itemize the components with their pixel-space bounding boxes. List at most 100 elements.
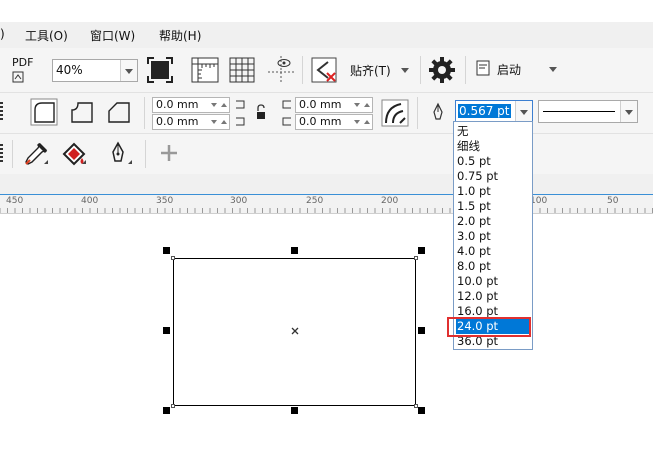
chevron-up-icon[interactable] [221,103,227,107]
annotation-highlight [447,317,531,337]
corner-radius-value: 0.0 mm [299,115,342,128]
toolbox-bar [0,134,653,174]
ruler-icon [191,57,219,83]
outline-width-option[interactable]: 0.75 pt [456,169,530,184]
pdf-icon [12,71,24,83]
ruler-gap [0,174,653,196]
eyedropper-tool[interactable] [22,140,50,168]
outline-width-option[interactable]: 无 [456,124,530,139]
lock-ratio-button[interactable] [255,103,267,121]
selection-handle[interactable] [418,407,425,414]
outline-width-option[interactable]: 10.0 pt [456,274,530,289]
outline-width-option[interactable]: 4.0 pt [456,244,530,259]
show-rulers-button[interactable] [190,56,219,84]
ruler-tick-label: 50 [607,196,619,206]
standard-toolbar: PDF 40% 贴齐(T) 启动 [0,48,653,93]
menu-item-partial[interactable]: ) [0,27,5,41]
corner-node[interactable] [171,256,175,260]
add-tool-button[interactable] [158,142,180,164]
snap-to-dropdown[interactable]: 贴齐(T) [350,62,409,79]
publish-pdf-button[interactable]: PDF [8,56,40,84]
chevron-down-icon[interactable] [354,103,360,107]
zoom-value: 40% [56,63,83,77]
corner-chamfer-icon [108,102,130,123]
menu-item-tools[interactable]: 工具(O) [25,27,68,44]
relative-corner-scaling-button[interactable] [381,99,409,127]
snap-icon [311,57,337,83]
full-screen-button[interactable] [146,56,174,84]
zoom-level-combo[interactable]: 40% [52,59,138,82]
fill-icon [62,142,86,166]
outline-width-option[interactable]: 8.0 pt [456,259,530,274]
show-grid-button[interactable] [229,57,257,85]
selection-handle[interactable] [291,247,298,254]
line-style-combo[interactable] [538,100,638,123]
drawing-canvas[interactable] [0,214,653,455]
toolbar-separator [465,56,466,84]
plus-icon [161,145,177,161]
outline-width-dropdown[interactable]: 无细线 0.5 pt 0.75 pt 1.0 pt 1.5 pt 2.0 pt 3.0 pt… [453,121,533,350]
interactive-fill-tool[interactable] [60,140,88,168]
menu-item-help[interactable]: 帮助(H) [159,27,201,44]
selection-handle[interactable] [418,327,425,334]
corner-radius-value: 0.0 mm [156,115,199,128]
horizontal-ruler[interactable]: 450 400 350 300 250 200 150 100 50 [0,195,653,214]
lock-icon [257,104,265,119]
selection-handle[interactable] [163,247,170,254]
show-guidelines-button[interactable] [266,54,296,86]
chevron-down-icon[interactable] [354,120,360,124]
corner-indicator-icon [236,100,245,126]
selection-handle[interactable] [163,327,170,334]
corner-node[interactable] [171,404,175,408]
toolbar-separator [144,97,145,129]
toolbar-separator [420,56,421,84]
corner-radius-top-right[interactable]: 0.0 mm [295,97,373,113]
chevron-up-icon[interactable] [364,103,370,107]
outline-width-value: 0.567 pt [458,104,511,118]
chevron-down-icon[interactable] [515,101,532,122]
scallop-corner-button[interactable] [68,98,96,126]
ruler-tick-label: 400 [81,196,99,206]
corner-radius-value: 0.0 mm [156,98,199,111]
chevron-up-icon[interactable] [364,120,370,124]
menu-item-window[interactable]: 窗口(W) [90,27,135,44]
grip-handle[interactable] [0,144,3,164]
grip-handle[interactable] [0,102,3,122]
toolbar-separator [12,140,13,168]
outline-width-option[interactable]: 12.0 pt [456,289,530,304]
selection-handle[interactable] [291,407,298,414]
options-button[interactable] [428,56,456,84]
chevron-down-icon[interactable] [620,101,637,122]
outline-tool[interactable] [106,140,134,168]
outline-width-option[interactable]: 0.5 pt [456,154,530,169]
chevron-down-icon [401,68,409,73]
outline-width-option[interactable]: 1.0 pt [456,184,530,199]
round-corner-button[interactable] [30,98,58,126]
chevron-down-icon[interactable] [211,103,217,107]
zoom-fit-icon [147,57,173,83]
chevron-up-icon[interactable] [221,120,227,124]
chevron-down-icon[interactable] [120,60,137,81]
ruler-tick-label: 250 [306,196,324,206]
corner-radius-bottom-right[interactable]: 0.0 mm [295,114,373,130]
toolbar-separator [145,140,146,168]
snap-off-button[interactable] [310,56,338,84]
outline-width-option[interactable]: 2.0 pt [456,214,530,229]
corner-radius-bottom-left[interactable]: 0.0 mm [152,114,230,130]
chevron-down-icon[interactable] [211,120,217,124]
outline-pen-button[interactable] [430,102,446,122]
outline-width-option[interactable]: 细线 [456,139,530,154]
selection-handle[interactable] [418,247,425,254]
launch-label: 启动 [497,63,522,77]
outline-width-option[interactable]: 1.5 pt [456,199,530,214]
center-marker-icon[interactable] [291,327,299,335]
chamfer-corner-button[interactable] [105,98,133,126]
outline-width-combo[interactable]: 0.567 pt [455,100,533,123]
outline-width-option[interactable]: 3.0 pt [456,229,530,244]
corner-radius-top-left[interactable]: 0.0 mm [152,97,230,113]
corner-node[interactable] [414,256,418,260]
toolbar-separator [417,97,418,129]
line-style-preview [543,111,615,112]
selection-handle[interactable] [163,407,170,414]
snap-label: 贴齐(T) [350,64,391,78]
